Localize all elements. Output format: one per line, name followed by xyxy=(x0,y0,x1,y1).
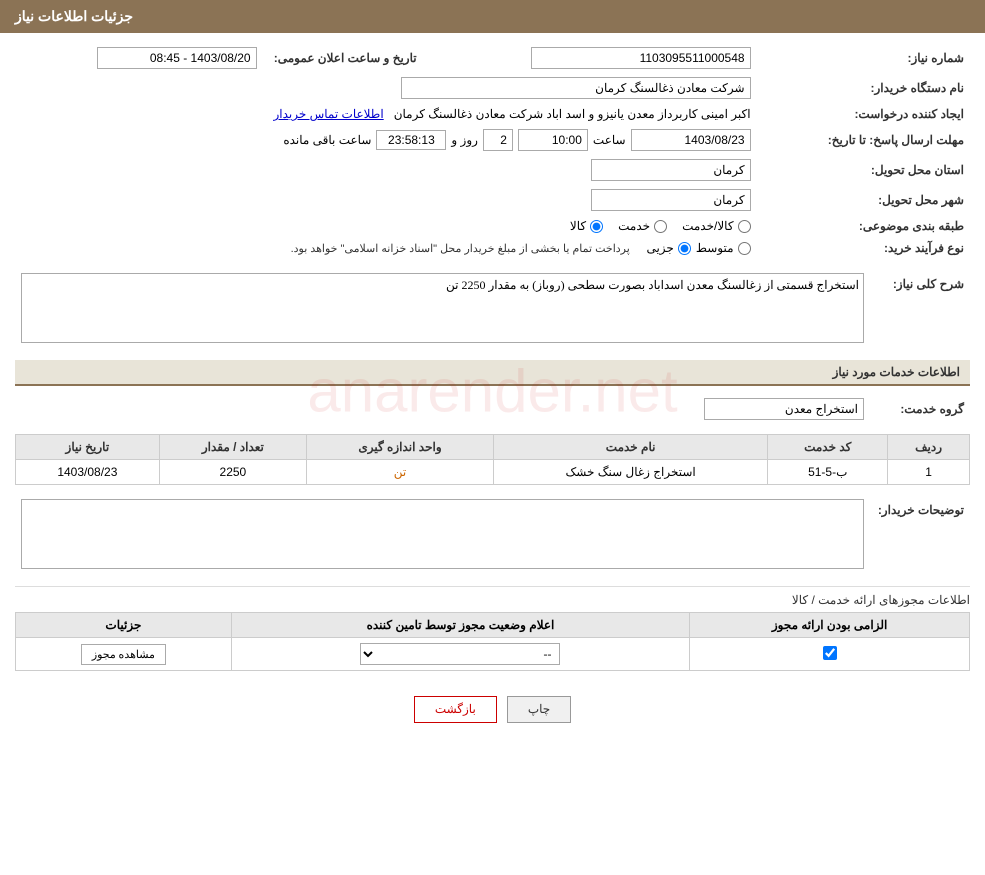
permit-col-details: جزئیات xyxy=(16,613,232,638)
permit-col-required: الزامی بودن ارائه مجوز xyxy=(690,613,970,638)
permit-status-cell: -- xyxy=(231,638,689,671)
countdown-timer: 23:58:13 xyxy=(376,130,446,150)
category-label: طبقه بندی موضوعی: xyxy=(757,215,970,237)
col-name: نام خدمت xyxy=(493,435,767,460)
col-date: تاریخ نیاز xyxy=(16,435,160,460)
col-row: ردیف xyxy=(888,435,970,460)
announce-value-input[interactable] xyxy=(97,47,257,69)
print-button[interactable]: چاپ xyxy=(507,696,571,723)
service-group-input[interactable] xyxy=(704,398,864,420)
requester-link[interactable]: اطلاعات تماس خریدار xyxy=(273,107,383,121)
services-section-title: اطلاعات خدمات مورد نیاز xyxy=(15,360,970,386)
need-description-textarea[interactable]: استخراج قسمتی از زغالسنگ معدن اسداباد بص… xyxy=(21,273,864,343)
announce-label: تاریخ و ساعت اعلان عمومی: xyxy=(263,43,423,73)
category-radio-service[interactable]: خدمت xyxy=(618,219,667,233)
need-number-input[interactable] xyxy=(531,47,751,69)
table-row: 1 ب-5-51 استخراج زغال سنگ خشک تن 2250 14… xyxy=(16,460,970,485)
buyer-notes-label: توضیحات خریدار: xyxy=(870,495,970,576)
deadline-time-input[interactable] xyxy=(518,129,588,151)
buyer-notes-textarea[interactable] xyxy=(21,499,864,569)
permit-required-cell xyxy=(690,638,970,671)
bottom-buttons: چاپ بازگشت xyxy=(15,681,970,738)
service-group-table: گروه خدمت: xyxy=(15,394,970,424)
col-unit: واحد اندازه گیری xyxy=(307,435,494,460)
timer-prefix: روز و xyxy=(451,133,478,147)
buyer-org-label: نام دستگاه خریدار: xyxy=(757,73,970,103)
requester-label: ایجاد کننده درخواست: xyxy=(757,103,970,125)
permit-required-checkbox[interactable] xyxy=(823,646,837,660)
col-code: کد خدمت xyxy=(768,435,888,460)
col-qty: تعداد / مقدار xyxy=(159,435,306,460)
purchase-notice: پرداخت تمام یا بخشی از مبلغ خریدار محل "… xyxy=(291,242,630,255)
permit-status-select[interactable]: -- xyxy=(360,643,560,665)
permit-details-cell: مشاهده مجوز xyxy=(16,638,232,671)
page-title: جزئیات اطلاعات نیاز xyxy=(15,8,133,24)
deadline-days-input[interactable] xyxy=(483,129,513,151)
timer-suffix: ساعت باقی مانده xyxy=(283,133,371,147)
main-form-table: شماره نیاز: تاریخ و ساعت اعلان عمومی: نا… xyxy=(15,43,970,259)
category-radio-goods[interactable]: کالا xyxy=(570,219,603,233)
deadline-date-input[interactable] xyxy=(631,129,751,151)
deadline-time-label: ساعت xyxy=(593,133,626,147)
back-button[interactable]: بازگشت xyxy=(414,696,497,723)
category-radio-goods-service[interactable]: کالا/خدمت xyxy=(682,219,750,233)
city-input[interactable] xyxy=(591,189,751,211)
deadline-label: مهلت ارسال پاسخ: تا تاریخ: xyxy=(757,125,970,155)
buyer-org-input[interactable] xyxy=(401,77,751,99)
service-group-label: گروه خدمت: xyxy=(870,394,970,424)
cell-date: 1403/08/23 xyxy=(16,460,160,485)
permits-table: الزامی بودن ارائه مجوز اعلام وضعیت مجوز … xyxy=(15,612,970,671)
purchase-type-minor[interactable]: جزیی xyxy=(646,241,690,255)
cell-name: استخراج زغال سنگ خشک xyxy=(493,460,767,485)
cell-code: ب-5-51 xyxy=(768,460,888,485)
need-number-label: شماره نیاز: xyxy=(757,43,970,73)
purchase-type-label: نوع فرآیند خرید: xyxy=(757,237,970,259)
permits-section-title: اطلاعات مجوزهای ارائه خدمت / کالا xyxy=(15,586,970,607)
cell-row: 1 xyxy=(888,460,970,485)
need-desc-label: شرح کلی نیاز: xyxy=(870,269,970,350)
province-label: استان محل تحویل: xyxy=(757,155,970,185)
list-item: -- مشاهده مجوز xyxy=(16,638,970,671)
cell-qty: 2250 xyxy=(159,460,306,485)
cell-unit: تن xyxy=(307,460,494,485)
requester-name: اکبر امینی کاربرداز معدن یانیزو و اسد اب… xyxy=(394,107,751,121)
province-input[interactable] xyxy=(591,159,751,181)
city-label: شهر محل تحویل: xyxy=(757,185,970,215)
purchase-type-medium[interactable]: متوسط xyxy=(696,241,751,255)
services-table: ردیف کد خدمت نام خدمت واحد اندازه گیری ت… xyxy=(15,434,970,485)
buyer-notes-table: توضیحات خریدار: xyxy=(15,495,970,576)
page-header: جزئیات اطلاعات نیاز xyxy=(0,0,985,33)
permit-col-status: اعلام وضعیت مجوز توسط تامین کننده xyxy=(231,613,689,638)
view-permit-button[interactable]: مشاهده مجوز xyxy=(81,644,166,665)
need-description-table: شرح کلی نیاز: استخراج قسمتی از زغالسنگ م… xyxy=(15,269,970,350)
